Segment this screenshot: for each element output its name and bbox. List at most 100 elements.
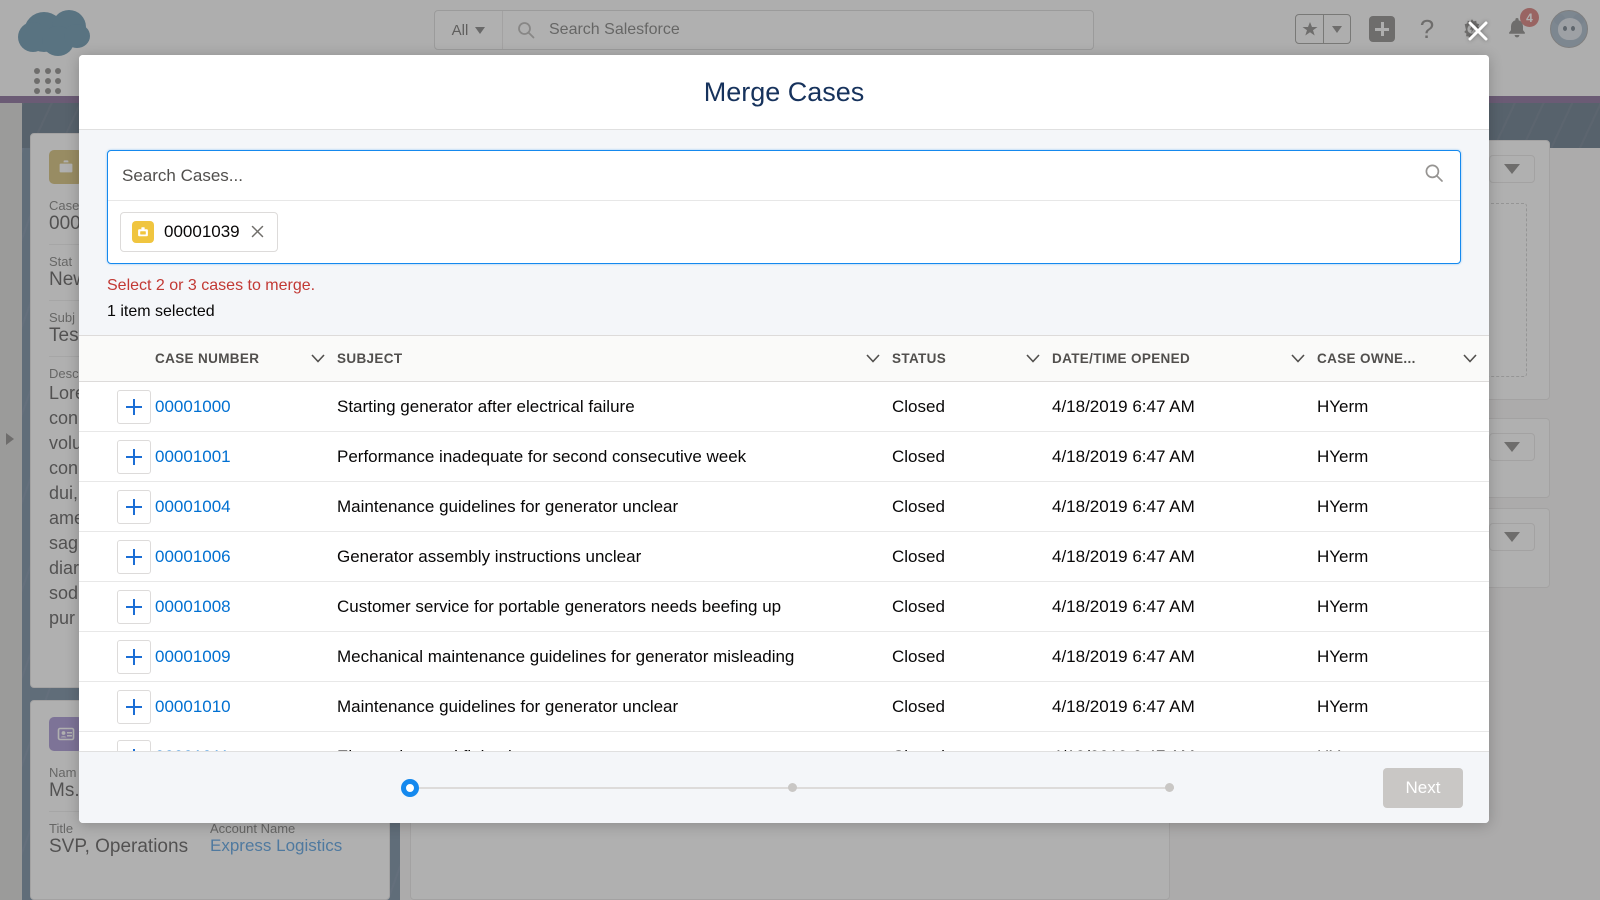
cell-case-owner: HYerm: [1317, 382, 1489, 432]
chevron-down-icon[interactable]: [1291, 351, 1305, 366]
cell-subject: Electronic panel fitting loose: [337, 732, 892, 752]
table-row[interactable]: 00001010Maintenance guidelines for gener…: [79, 682, 1489, 732]
cell-date-opened: 4/18/2019 6:47 AM: [1052, 432, 1317, 482]
cell-case-owner: HYerm: [1317, 632, 1489, 682]
related-list-menu-button-1[interactable]: [1489, 155, 1535, 183]
avatar[interactable]: [1550, 10, 1588, 48]
remove-pill-icon[interactable]: [250, 224, 266, 240]
add-case-button[interactable]: [117, 540, 151, 574]
progress-step-1[interactable]: [401, 779, 419, 797]
add-case-button[interactable]: [117, 590, 151, 624]
global-search-box[interactable]: All Search Salesforce: [434, 10, 1094, 50]
table-row[interactable]: 00001008 Customer service for portable ge…: [79, 582, 1489, 632]
cell-case-number[interactable]: 00001010: [155, 682, 337, 732]
cell-date-opened: 4/18/2019 6:47 AM: [1052, 732, 1317, 752]
add-case-button[interactable]: [117, 690, 151, 724]
cell-case-number[interactable]: 00001006: [155, 532, 337, 582]
table-body: 00001000Starting generator after electri…: [79, 382, 1489, 752]
case-lookup-combobox[interactable]: Search Cases... 00001039: [107, 150, 1461, 264]
case-search-input-row[interactable]: Search Cases...: [108, 151, 1460, 201]
table-header-row: CASE NUMBER SUBJECT STATUS: [79, 336, 1489, 382]
cell-case-owner: HYerm: [1317, 682, 1489, 732]
add-case-button[interactable]: [117, 440, 151, 474]
plus-icon: [126, 499, 142, 515]
contact-card-icon: [49, 717, 83, 751]
chevron-down-icon[interactable]: [1026, 351, 1040, 366]
chevron-down-icon[interactable]: [1323, 15, 1350, 43]
cell-case-number-text[interactable]: 00001010: [155, 697, 231, 716]
close-icon[interactable]: [1462, 15, 1494, 47]
chevron-down-icon[interactable]: [866, 351, 880, 366]
global-search-input[interactable]: Search Salesforce: [549, 21, 680, 39]
search-input[interactable]: Search Cases...: [108, 166, 1424, 186]
cell-case-number[interactable]: 00001009: [155, 632, 337, 682]
modal-footer: Next: [79, 751, 1489, 823]
add-case-button[interactable]: [117, 740, 151, 752]
cell-status-text: Closed: [892, 647, 945, 666]
salesforce-cloud-logo[interactable]: [18, 8, 90, 54]
cell-subject-text: Customer service for portable generators…: [337, 597, 781, 616]
cell-case-owner-text: HYerm: [1317, 647, 1368, 666]
table-row[interactable]: 00001011Electronic panel fitting looseCl…: [79, 732, 1489, 752]
cell-case-number[interactable]: 00001011: [155, 732, 337, 752]
chevron-down-icon[interactable]: [1463, 351, 1477, 366]
plus-icon: [126, 399, 142, 415]
expand-rail-icon[interactable]: [6, 433, 14, 445]
cell-subject-text: Mechanical maintenance guidelines for ge…: [337, 647, 794, 666]
contact-title-value: SVP, Operations: [49, 836, 210, 858]
cell-status: Closed: [892, 432, 1052, 482]
cell-case-number[interactable]: 00001001: [155, 432, 337, 482]
cell-case-number[interactable]: 00001000: [155, 382, 337, 432]
related-list-menu-button-3[interactable]: [1489, 523, 1535, 551]
add-case-button[interactable]: [117, 490, 151, 524]
cell-case-number-text[interactable]: 00001009: [155, 647, 231, 666]
related-list-menu-button-2[interactable]: [1489, 433, 1535, 461]
table-row[interactable]: 00001006 Generator assembly instructions …: [79, 532, 1489, 582]
cell-subject: Generator assembly instructions unclear: [337, 532, 892, 582]
add-case-button[interactable]: [117, 640, 151, 674]
cell-status: Closed: [892, 532, 1052, 582]
question-mark-icon[interactable]: ?: [1413, 15, 1441, 43]
cell-case-number-text[interactable]: 00001001: [155, 447, 231, 466]
plus-square-icon[interactable]: [1368, 15, 1396, 43]
column-header-case-number[interactable]: CASE NUMBER: [155, 336, 337, 382]
cell-status-text: Closed: [892, 447, 945, 466]
progress-step-2[interactable]: [788, 783, 797, 792]
favorites-group[interactable]: [1295, 14, 1351, 44]
selected-case-pill[interactable]: 00001039: [120, 212, 278, 252]
chevron-down-icon[interactable]: [311, 351, 325, 366]
next-button[interactable]: Next: [1383, 768, 1463, 808]
cell-status-text: Closed: [892, 497, 945, 516]
app-launcher-waffle-icon[interactable]: [34, 68, 62, 90]
cell-case-number-text[interactable]: 00001000: [155, 397, 231, 416]
cell-date-opened-text: 4/18/2019 6:47 AM: [1052, 447, 1195, 466]
column-header-date-opened[interactable]: DATE/TIME OPENED: [1052, 336, 1317, 382]
search-icon: [1424, 163, 1460, 188]
column-header-case-owner[interactable]: CASE OWNE...: [1317, 336, 1489, 382]
notifications-button[interactable]: 4: [1503, 14, 1533, 44]
account-name-value[interactable]: Express Logistics: [210, 836, 371, 856]
selected-cases-pill-list: 00001039: [108, 201, 1460, 263]
table-row[interactable]: 00001004Maintenance guidelines for gener…: [79, 482, 1489, 532]
cell-case-number-text[interactable]: 00001004: [155, 497, 231, 516]
table-row[interactable]: 00001000Starting generator after electri…: [79, 382, 1489, 432]
column-label: CASE OWNE...: [1317, 351, 1416, 366]
search-scope-dropdown[interactable]: All: [435, 11, 503, 49]
cell-subject: Performance inadequate for second consec…: [337, 432, 892, 482]
plus-icon: [126, 649, 142, 665]
add-case-button[interactable]: [117, 390, 151, 424]
column-header-subject[interactable]: SUBJECT: [337, 336, 892, 382]
progress-step-3[interactable]: [1165, 783, 1174, 792]
case-results-table-wrapper[interactable]: CASE NUMBER SUBJECT STATUS: [79, 335, 1489, 751]
table-row[interactable]: 00001009 Mechanical maintenance guideline…: [79, 632, 1489, 682]
cell-date-opened-text: 4/18/2019 6:47 AM: [1052, 397, 1195, 416]
cell-case-number-text[interactable]: 00001006: [155, 547, 231, 566]
plus-icon: [126, 699, 142, 715]
star-icon[interactable]: [1296, 15, 1323, 43]
table-row[interactable]: 00001001 Performance inadequate for secon…: [79, 432, 1489, 482]
cell-subject-text: Performance inadequate for second consec…: [337, 447, 746, 466]
column-header-status[interactable]: STATUS: [892, 336, 1052, 382]
cell-case-number[interactable]: 00001008: [155, 582, 337, 632]
cell-case-number[interactable]: 00001004: [155, 482, 337, 532]
cell-case-number-text[interactable]: 00001008: [155, 597, 231, 616]
